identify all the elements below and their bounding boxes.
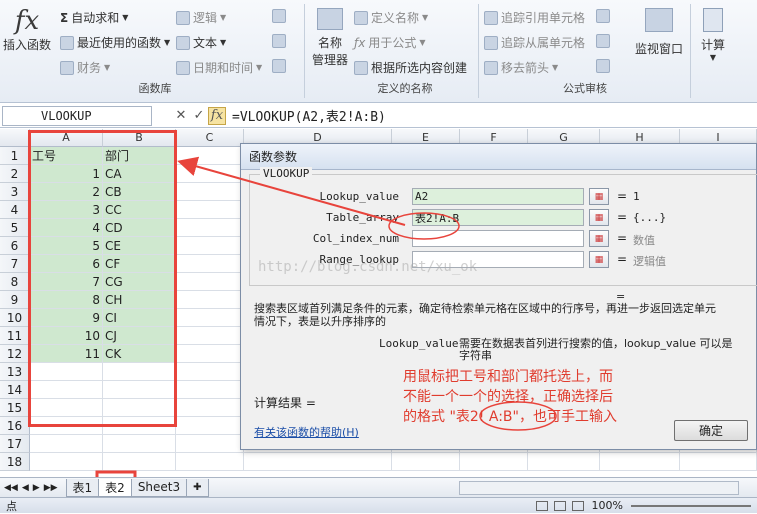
- horizontal-scrollbar[interactable]: [459, 480, 739, 495]
- sheet-tab-1[interactable]: 表1: [65, 478, 100, 497]
- normal-view-icon[interactable]: [535, 500, 548, 511]
- sheet-tab-bar: ◀◀ ◀ ▶ ▶▶ 表1 表2 Sheet3 ✚: [0, 477, 757, 497]
- status-bar: 点 100%: [0, 497, 757, 513]
- prev-sheet-icon[interactable]: ◀: [22, 483, 29, 493]
- zoom-slider[interactable]: [631, 504, 751, 507]
- table-array-ellipse: [388, 212, 460, 240]
- next-sheet-icon[interactable]: ▶: [33, 483, 40, 493]
- page-break-icon[interactable]: [571, 500, 584, 511]
- first-sheet-icon[interactable]: ◀◀: [4, 483, 18, 493]
- annotation-text: 用鼠标把工号和部门都托选上，而 不能一个一个的选择，正确选择后 的格式 "表2!…: [403, 369, 617, 425]
- annotation-overlay: [95, 156, 557, 504]
- mode-indicator: 点: [6, 499, 17, 513]
- new-sheet-icon[interactable]: ✚: [186, 478, 209, 497]
- sheet-tab-2[interactable]: 表2: [98, 478, 132, 497]
- red-arrow: [177, 156, 406, 226]
- page-layout-icon[interactable]: [553, 500, 566, 511]
- last-sheet-icon[interactable]: ▶▶: [44, 483, 58, 493]
- sheet-tab-3[interactable]: Sheet3: [130, 478, 188, 497]
- zoom-level[interactable]: 100%: [592, 499, 623, 512]
